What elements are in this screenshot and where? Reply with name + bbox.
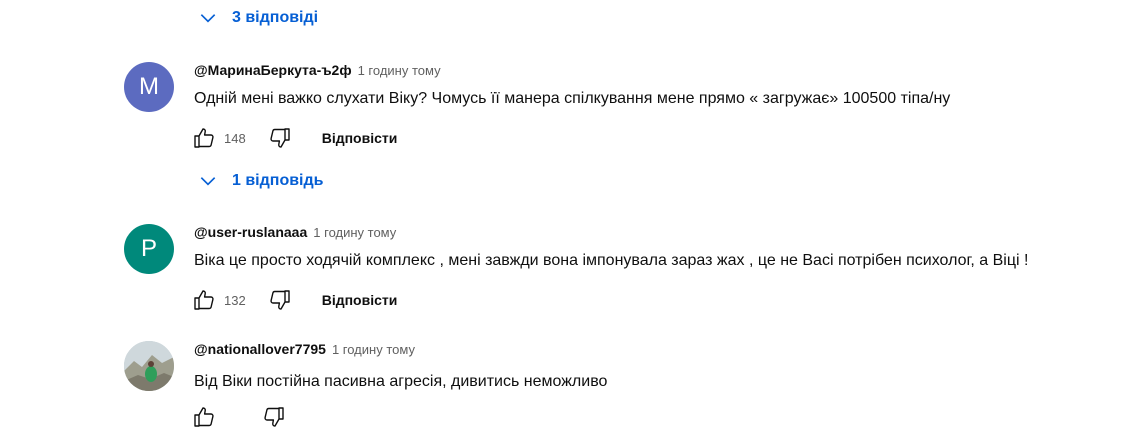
show-replies-button[interactable]: 1 відповідь: [198, 171, 324, 191]
comment-header: @user-ruslanaaa 1 годину тому: [194, 224, 396, 240]
avatar[interactable]: M: [124, 62, 174, 112]
dislike-button[interactable]: [268, 126, 292, 150]
replies-count-label: 1 відповідь: [232, 172, 324, 189]
like-count: 132: [224, 292, 246, 308]
avatar[interactable]: [124, 341, 174, 391]
comment-actions: 132 Відповісти: [192, 288, 397, 312]
comment-text: Віка це просто ходячій комплекс , мені з…: [194, 252, 1029, 269]
like-button[interactable]: [192, 288, 216, 312]
comment-actions: [192, 405, 286, 429]
avatar-photo-icon: [124, 341, 174, 391]
like-button[interactable]: [192, 405, 216, 429]
comment-author[interactable]: @МаринаБеркута-ъ2ф: [194, 62, 352, 78]
comment-actions: 148 Відповісти: [192, 126, 397, 150]
comment-time[interactable]: 1 годину тому: [358, 63, 441, 78]
comment-author[interactable]: @nationallover7795: [194, 341, 326, 357]
dislike-button[interactable]: [262, 405, 286, 429]
thumbs-down-icon: [270, 128, 290, 148]
comment-text: Від Віки постійна пасивна агресія, дивит…: [194, 373, 608, 390]
chevron-down-icon: [200, 177, 216, 186]
comment-time[interactable]: 1 годину тому: [313, 225, 396, 240]
avatar-letter: M: [139, 73, 159, 100]
comment-author[interactable]: @user-ruslanaaa: [194, 224, 307, 240]
thumbs-up-icon: [194, 290, 214, 310]
like-button[interactable]: [192, 126, 216, 150]
dislike-button[interactable]: [268, 288, 292, 312]
comment-header: @nationallover7795 1 годину тому: [194, 341, 415, 357]
chevron-down-icon: [200, 14, 216, 23]
thumbs-down-icon: [264, 407, 284, 427]
avatar[interactable]: P: [124, 224, 174, 274]
thumbs-up-icon: [194, 407, 214, 427]
like-count: 148: [224, 130, 246, 146]
comment-text: Одній мені важко слухати Віку? Чомусь її…: [194, 90, 951, 107]
thumbs-up-icon: [194, 128, 214, 148]
reply-button[interactable]: Відповісти: [322, 130, 398, 146]
avatar-letter: P: [140, 235, 157, 262]
thumbs-down-icon: [270, 290, 290, 310]
comment-header: @МаринаБеркута-ъ2ф 1 годину тому: [194, 62, 441, 78]
show-replies-button[interactable]: 3 відповіді: [198, 8, 318, 28]
reply-button[interactable]: Відповісти: [322, 292, 398, 308]
replies-count-label: 3 відповіді: [232, 9, 319, 26]
comment-time[interactable]: 1 годину тому: [332, 342, 415, 357]
